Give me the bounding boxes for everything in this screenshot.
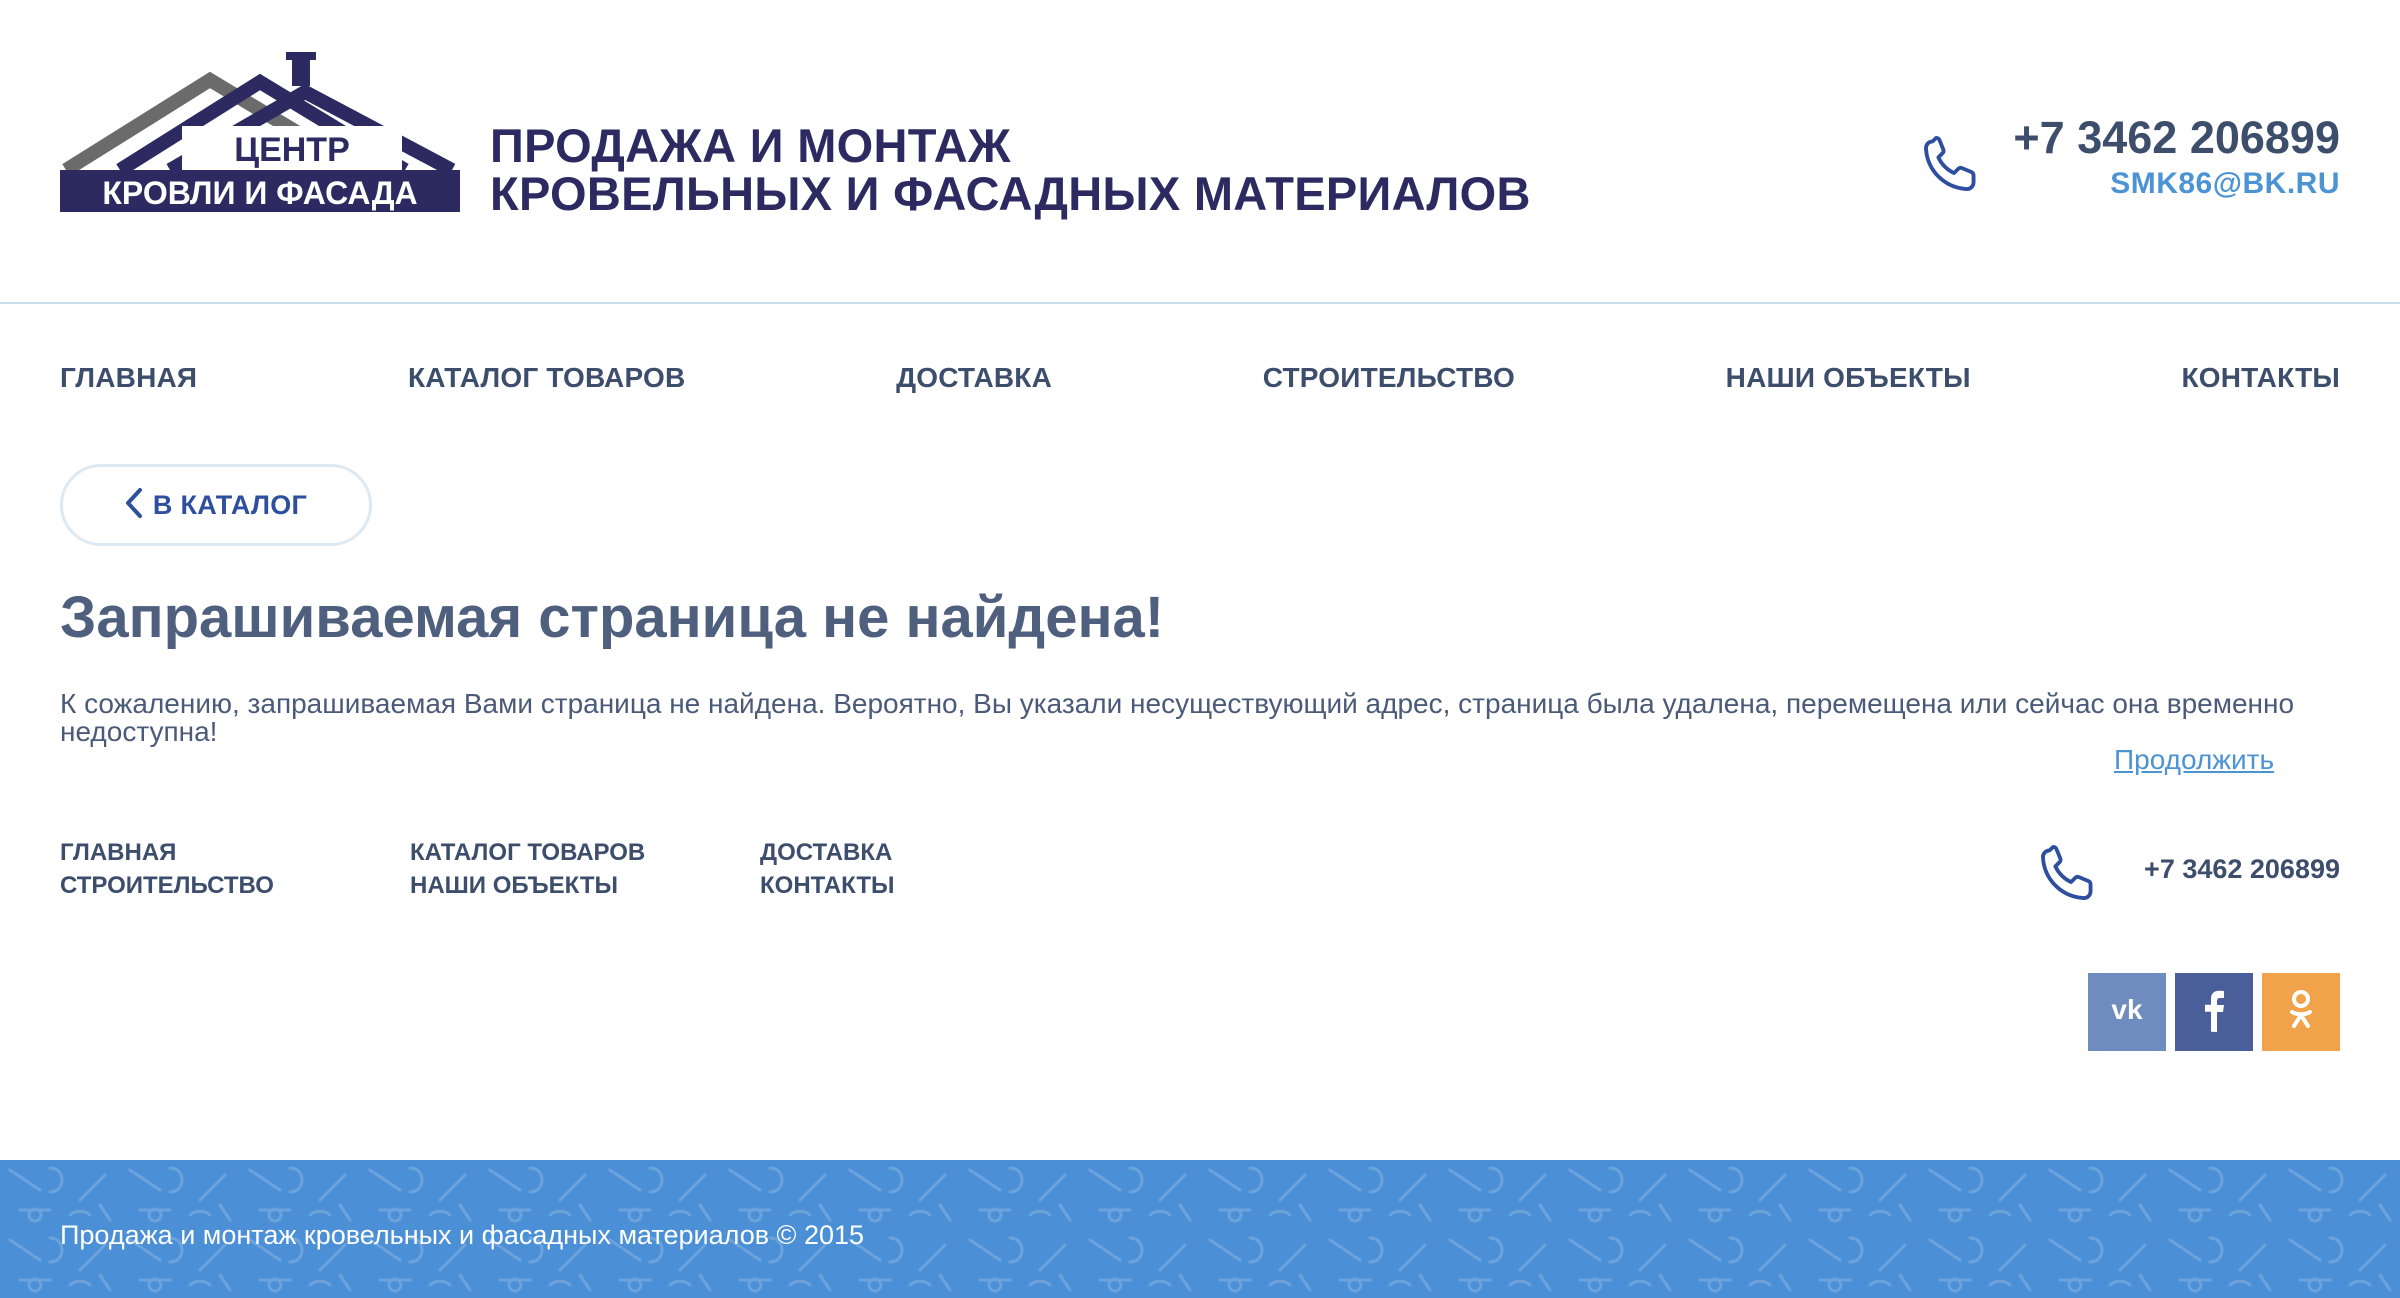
footer-item-objects[interactable]: НАШИ ОБЪЕКТЫ: [410, 869, 645, 902]
footer-item-construction[interactable]: СТРОИТЕЛЬСТВО: [60, 869, 274, 902]
tagline-line2: КРОВЕЛЬНЫХ И ФАСАДНЫХ МАТЕРИАЛОВ: [490, 167, 1531, 220]
continue-link[interactable]: Продолжить: [2114, 744, 2274, 776]
chevron-left-icon: [125, 487, 143, 524]
header-email[interactable]: SMK86@BK.RU: [2013, 166, 2340, 202]
footer-item-delivery[interactable]: ДОСТАВКА: [760, 836, 895, 869]
back-button-label: В КАТАЛОГ: [152, 489, 308, 520]
logo-line1: ЦЕНТР: [234, 131, 350, 169]
footer-item-catalog[interactable]: КАТАЛОГ ТОВАРОВ: [410, 836, 645, 869]
vk-button[interactable]: vk: [2088, 973, 2166, 1051]
main-nav: ГЛАВНАЯ КАТАЛОГ ТОВАРОВ ДОСТАВКА СТРОИТЕ…: [60, 362, 2340, 394]
vk-icon: vk: [2105, 994, 2149, 1028]
odnoklassniki-icon: [2286, 988, 2316, 1037]
error-message: К сожалению, запрашиваемая Вами страница…: [60, 688, 2295, 747]
facebook-button[interactable]: [2175, 973, 2253, 1051]
site-logo[interactable]: ЦЕНТР КРОВЛИ И ФАСАДА: [60, 52, 460, 216]
header-contact: +7 3462 206899 SMK86@BK.RU: [2013, 110, 2340, 202]
footer-menu-col2: КАТАЛОГ ТОВАРОВ НАШИ ОБЪЕКТЫ: [410, 836, 645, 902]
nav-item-home[interactable]: ГЛАВНАЯ: [60, 362, 197, 394]
footer-item-contacts[interactable]: КОНТАКТЫ: [760, 869, 895, 902]
logo-line2: КРОВЛИ И ФАСАДА: [102, 175, 417, 211]
facebook-icon: [2201, 988, 2227, 1037]
phone-icon: [1918, 131, 1984, 202]
odnoklassniki-button[interactable]: [2262, 973, 2340, 1051]
footer-menu-col1: ГЛАВНАЯ СТРОИТЕЛЬСТВО: [60, 836, 274, 902]
nav-item-objects[interactable]: НАШИ ОБЪЕКТЫ: [1726, 362, 1971, 394]
tagline-line1: ПРОДАЖА И МОНТАЖ: [490, 119, 1011, 172]
footer-phone-icon: [2035, 840, 2101, 911]
footer-item-home[interactable]: ГЛАВНАЯ: [60, 836, 274, 869]
nav-item-construction[interactable]: СТРОИТЕЛЬСТВО: [1263, 362, 1515, 394]
footer-menu-col3: ДОСТАВКА КОНТАКТЫ: [760, 836, 895, 902]
copyright-text: Продажа и монтаж кровельных и фасадных м…: [60, 1220, 865, 1250]
page-title: Запрашиваемая страница не найдена!: [60, 585, 1165, 650]
svg-text:vk: vk: [2111, 997, 2143, 1023]
site-header: ЦЕНТР КРОВЛИ И ФАСАДА ПРОДАЖА И МОНТАЖ К…: [0, 0, 2400, 304]
back-to-catalog-button[interactable]: В КАТАЛОГ: [60, 464, 372, 546]
footer-bar: Продажа и монтаж кровельных и фасадных м…: [0, 1160, 2400, 1298]
nav-item-contacts[interactable]: КОНТАКТЫ: [2181, 362, 2340, 394]
site-tagline: ПРОДАЖА И МОНТАЖ КРОВЕЛЬНЫХ И ФАСАДНЫХ М…: [490, 122, 1531, 218]
footer-phone[interactable]: +7 3462 206899: [2144, 854, 2340, 885]
header-phone[interactable]: +7 3462 206899: [2013, 110, 2340, 166]
nav-item-delivery[interactable]: ДОСТАВКА: [896, 362, 1052, 394]
nav-item-catalog[interactable]: КАТАЛОГ ТОВАРОВ: [408, 362, 685, 394]
